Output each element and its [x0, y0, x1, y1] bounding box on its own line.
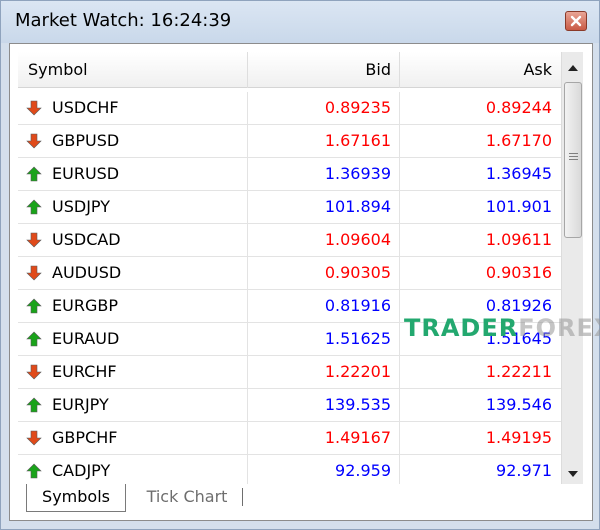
scroll-up-icon	[568, 56, 578, 75]
scroll-down-icon	[568, 462, 578, 481]
grip-line	[569, 159, 578, 160]
table-header: Symbol Bid Ask	[18, 52, 568, 88]
grip-line	[569, 156, 578, 157]
bid-cell: 139.535	[248, 389, 400, 422]
arrow-up-icon	[26, 397, 42, 413]
tab-tick-chart[interactable]: Tick Chart	[132, 484, 242, 512]
table-row[interactable]: GBPCHF 1.49167 1.49195	[18, 422, 568, 455]
watermark-part2: FOREX	[518, 314, 600, 342]
ask-cell: 139.546	[485, 395, 552, 414]
bid-cell: 92.959	[248, 455, 400, 484]
title-bar[interactable]: Market Watch: 16:24:39	[1, 1, 599, 43]
tab-separator	[242, 488, 243, 506]
table-row[interactable]: EURJPY 139.535 139.546	[18, 389, 568, 422]
table-row[interactable]: EURUSD 1.36939 1.36945	[18, 158, 568, 191]
table-row[interactable]: AUDUSD 0.90305 0.90316	[18, 257, 568, 290]
bid-cell: 0.90305	[248, 257, 400, 290]
ask-cell: 1.22211	[485, 362, 552, 381]
scroll-thumb[interactable]	[564, 82, 582, 238]
arrow-down-icon	[26, 100, 42, 116]
arrow-down-icon	[26, 133, 42, 149]
ask-cell: 101.901	[485, 197, 552, 216]
symbol-cell: EURAUD	[18, 323, 248, 356]
table-row[interactable]: USDCHF 0.89235 0.89244	[18, 92, 568, 125]
bid-cell: 101.894	[248, 191, 400, 224]
arrow-up-icon	[26, 199, 42, 215]
arrow-up-icon	[26, 298, 42, 314]
symbol-name: GBPCHF	[52, 428, 118, 447]
table-row[interactable]: GBPUSD 1.67161 1.67170	[18, 125, 568, 158]
arrow-down-icon	[26, 364, 42, 380]
symbol-name: USDCAD	[52, 230, 121, 249]
tab-bar: Symbols Tick Chart	[18, 484, 584, 514]
ask-cell: 0.89244	[485, 98, 552, 117]
watermark-logo: TRADERFOREX	[404, 314, 600, 344]
arrow-up-icon	[26, 463, 42, 479]
symbol-name: EURJPY	[52, 395, 109, 414]
scroll-down-button[interactable]	[562, 460, 584, 482]
symbol-cell: EURUSD	[18, 158, 248, 191]
close-icon	[570, 15, 582, 27]
symbol-name: EURAUD	[52, 329, 120, 348]
symbol-cell: USDCAD	[18, 224, 248, 257]
symbol-cell: CADJPY	[18, 455, 248, 484]
symbol-name: GBPUSD	[52, 131, 120, 150]
table-row[interactable]: USDCAD 1.09604 1.09611	[18, 224, 568, 257]
table-row[interactable]: EURCHF 1.22201 1.22211	[18, 356, 568, 389]
table-row[interactable]: USDJPY 101.894 101.901	[18, 191, 568, 224]
arrow-down-icon	[26, 430, 42, 446]
table-row[interactable]: CADJPY 92.959 92.971	[18, 455, 568, 484]
symbol-cell: GBPUSD	[18, 125, 248, 158]
arrow-down-icon	[26, 232, 42, 248]
symbol-cell: GBPCHF	[18, 422, 248, 455]
symbol-cell: EURJPY	[18, 389, 248, 422]
market-watch-panel: Symbol Bid Ask USDCHF 0.89235 0.89244 GBPUS…	[9, 43, 600, 521]
scroll-up-button[interactable]	[562, 54, 584, 76]
bid-cell: 1.51625	[248, 323, 400, 356]
symbol-name: USDCHF	[52, 98, 119, 117]
symbol-cell: EURCHF	[18, 356, 248, 389]
tab-symbols[interactable]: Symbols	[26, 484, 126, 512]
symbol-name: AUDUSD	[52, 263, 122, 282]
symbol-name: CADJPY	[52, 461, 111, 480]
ask-cell: 1.67170	[485, 131, 552, 150]
market-watch-window: Market Watch: 16:24:39 Symbol Bid Ask US…	[0, 0, 600, 530]
window-title: Market Watch: 16:24:39	[15, 10, 232, 31]
bid-cell: 1.49167	[248, 422, 400, 455]
symbol-name: USDJPY	[52, 197, 110, 216]
grip-line	[569, 153, 578, 154]
bid-cell: 0.89235	[248, 92, 400, 125]
arrow-down-icon	[26, 265, 42, 281]
column-header-ask[interactable]: Ask	[400, 52, 562, 88]
arrow-up-icon	[26, 166, 42, 182]
watermark-part1: TRADER	[404, 314, 519, 342]
symbol-cell: USDJPY	[18, 191, 248, 224]
ask-cell: 1.09611	[485, 230, 552, 249]
bid-cell: 0.81916	[248, 290, 400, 323]
vertical-scrollbar[interactable]	[561, 52, 583, 484]
symbol-name: EURGBP	[52, 296, 118, 315]
symbol-cell: EURGBP	[18, 290, 248, 323]
symbol-cell: USDCHF	[18, 92, 248, 125]
bid-cell: 1.36939	[248, 158, 400, 191]
ask-cell: 1.36945	[485, 164, 552, 183]
bid-cell: 1.67161	[248, 125, 400, 158]
close-button[interactable]	[565, 11, 587, 31]
bid-cell: 1.09604	[248, 224, 400, 257]
arrow-up-icon	[26, 331, 42, 347]
symbol-cell: AUDUSD	[18, 257, 248, 290]
symbol-name: EURCHF	[52, 362, 117, 381]
symbol-name: EURUSD	[52, 164, 120, 183]
ask-cell: 0.90316	[485, 263, 552, 282]
column-header-symbol[interactable]: Symbol	[18, 52, 248, 88]
ask-cell: 1.49195	[485, 428, 552, 447]
column-header-bid[interactable]: Bid	[248, 52, 400, 88]
ask-cell: 92.971	[496, 461, 552, 480]
bid-cell: 1.22201	[248, 356, 400, 389]
symbols-table: Symbol Bid Ask USDCHF 0.89235 0.89244 GBPUS…	[18, 52, 568, 484]
